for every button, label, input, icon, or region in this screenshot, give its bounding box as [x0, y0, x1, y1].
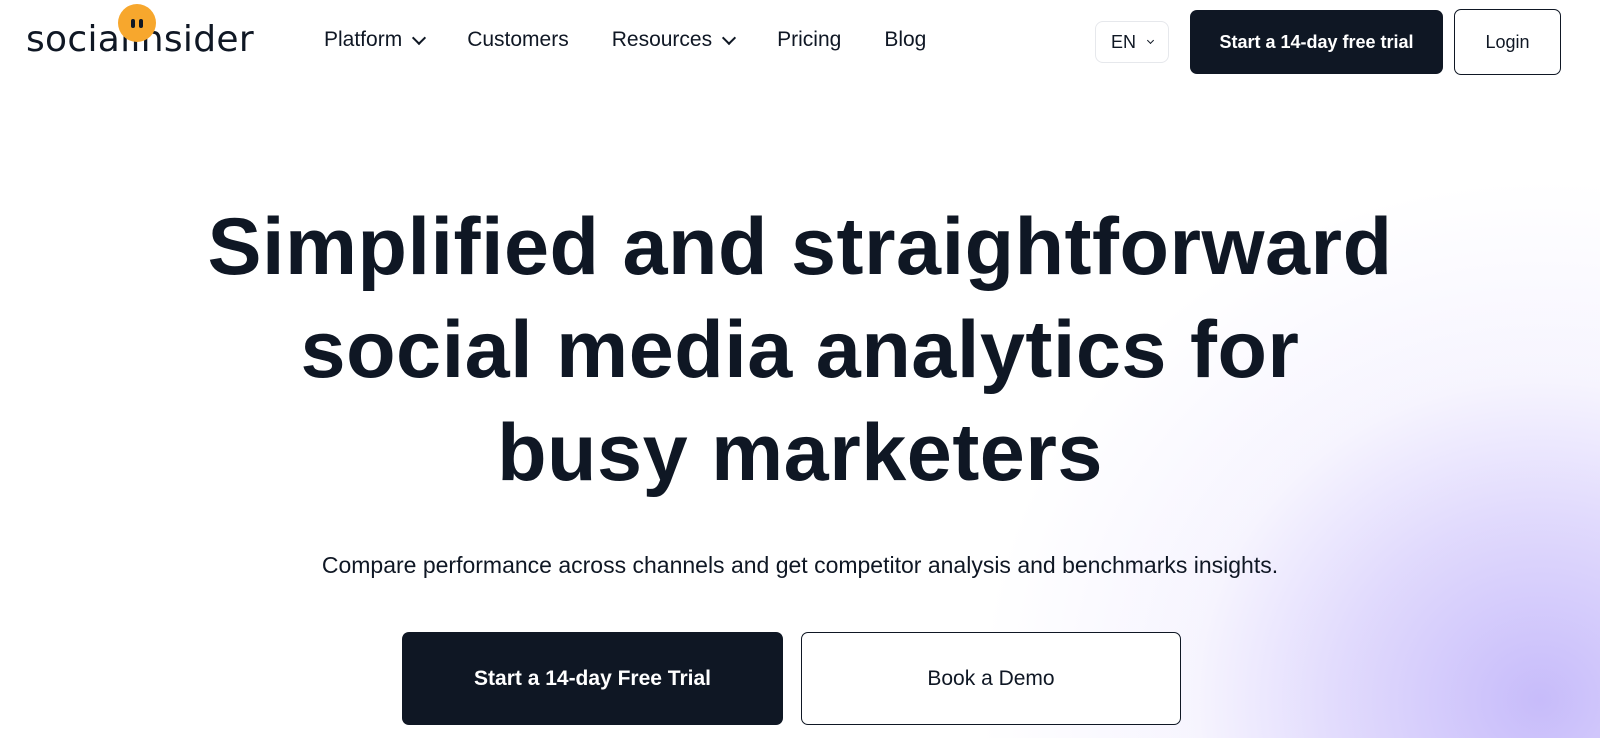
- hero-title-line: busy marketers: [497, 408, 1103, 498]
- nav-item-customers[interactable]: Customers: [467, 28, 569, 52]
- site-header: socialinsider Platform Customers Resourc…: [0, 0, 1600, 80]
- nav-item-resources[interactable]: Resources: [611, 28, 737, 52]
- nav-item-pricing[interactable]: Pricing: [777, 28, 841, 52]
- hero-title-line: Simplified and straightforward: [207, 202, 1393, 292]
- header-trial-button[interactable]: Start a 14-day free trial: [1190, 10, 1443, 74]
- nav-item-label: Platform: [324, 28, 403, 51]
- chevron-down-icon: [722, 30, 737, 45]
- chevron-down-icon: [412, 30, 427, 45]
- hero-trial-button[interactable]: Start a 14-day Free Trial: [402, 632, 783, 725]
- hero-title: Simplified and straightforward social me…: [0, 196, 1600, 505]
- hero-title-line: social media analytics for: [300, 305, 1300, 395]
- nav-item-label: Pricing: [777, 28, 842, 51]
- nav-item-platform[interactable]: Platform: [324, 28, 427, 52]
- login-button[interactable]: Login: [1454, 9, 1561, 75]
- hero-subtitle: Compare performance across channels and …: [321, 552, 1279, 578]
- chevron-down-icon: [1146, 36, 1155, 44]
- language-label: EN: [1110, 31, 1136, 52]
- nav-item-label: Resources: [611, 28, 713, 51]
- logo[interactable]: socialinsider: [26, 4, 266, 64]
- main-nav: Platform Customers Resources Pricing Blo…: [324, 24, 969, 56]
- smiley-dot-icon: [118, 4, 156, 42]
- nav-item-label: Blog: [884, 28, 927, 51]
- nav-item-blog[interactable]: Blog: [884, 28, 926, 52]
- book-demo-button[interactable]: Book a Demo: [801, 632, 1181, 725]
- nav-item-label: Customers: [467, 28, 569, 51]
- language-selector[interactable]: EN: [1095, 21, 1169, 63]
